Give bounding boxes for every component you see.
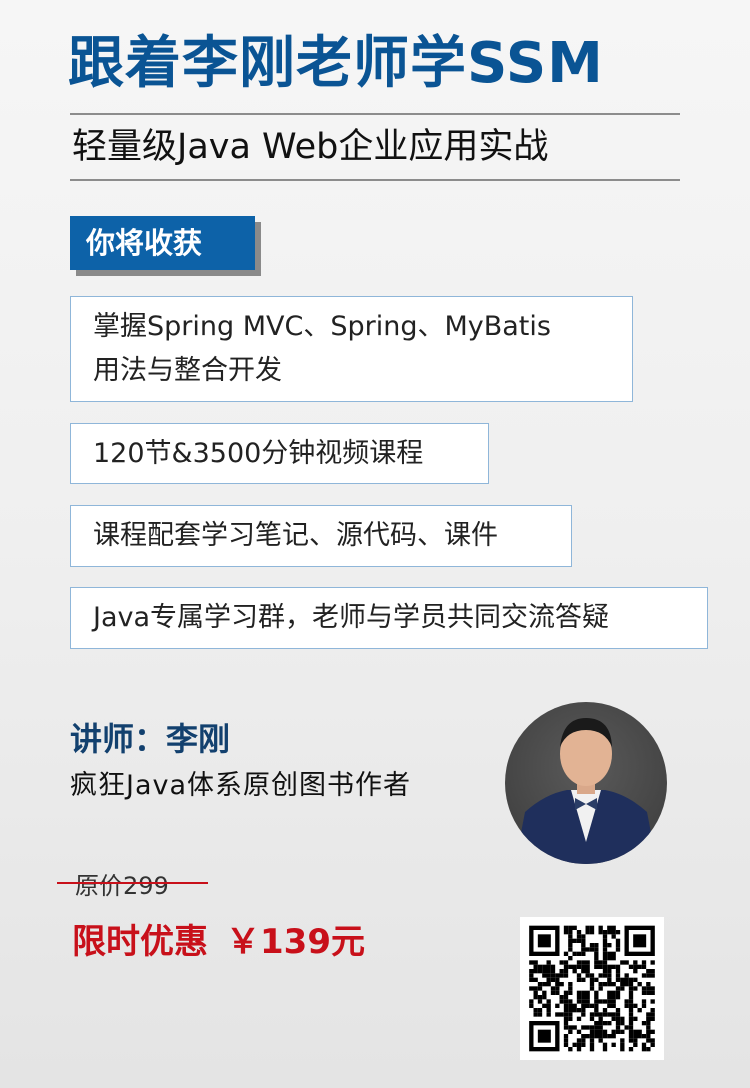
instructor-photo	[505, 702, 667, 864]
benefit-text: 120节&3500分钟视频课程	[93, 438, 424, 469]
divider	[70, 113, 680, 115]
benefit-item: Java专属学习群，老师与学员共同交流答疑	[70, 587, 708, 649]
benefit-text: 用法与整合开发	[93, 355, 282, 386]
promo-price-value: ￥139元	[226, 922, 365, 962]
course-title: 跟着李刚老师学SSM	[68, 31, 604, 96]
promo-price: 限时优惠 ￥139元	[72, 914, 365, 963]
strikethrough-line	[57, 882, 208, 884]
promo-label: 限时优惠	[72, 922, 208, 962]
benefit-item: 120节&3500分钟视频课程	[70, 423, 489, 484]
instructor-name: 讲师：李刚	[70, 720, 231, 758]
benefit-item: 掌握Spring MVC、Spring、MyBatis 用法与整合开发	[70, 296, 633, 402]
divider	[70, 179, 680, 181]
benefit-item: 课程配套学习笔记、源代码、课件	[70, 505, 572, 567]
benefit-text: Java专属学习群，老师与学员共同交流答疑	[93, 602, 610, 633]
benefit-text: 掌握Spring MVC、Spring、MyBatis	[93, 311, 551, 342]
course-subtitle: 轻量级Java Web企业应用实战	[72, 127, 549, 167]
instructor-description: 疯狂Java体系原创图书作者	[70, 770, 412, 801]
benefits-heading: 你将收获	[70, 216, 255, 270]
benefit-text: 课程配套学习笔记、源代码、课件	[93, 520, 498, 551]
qr-code[interactable]	[520, 917, 664, 1060]
